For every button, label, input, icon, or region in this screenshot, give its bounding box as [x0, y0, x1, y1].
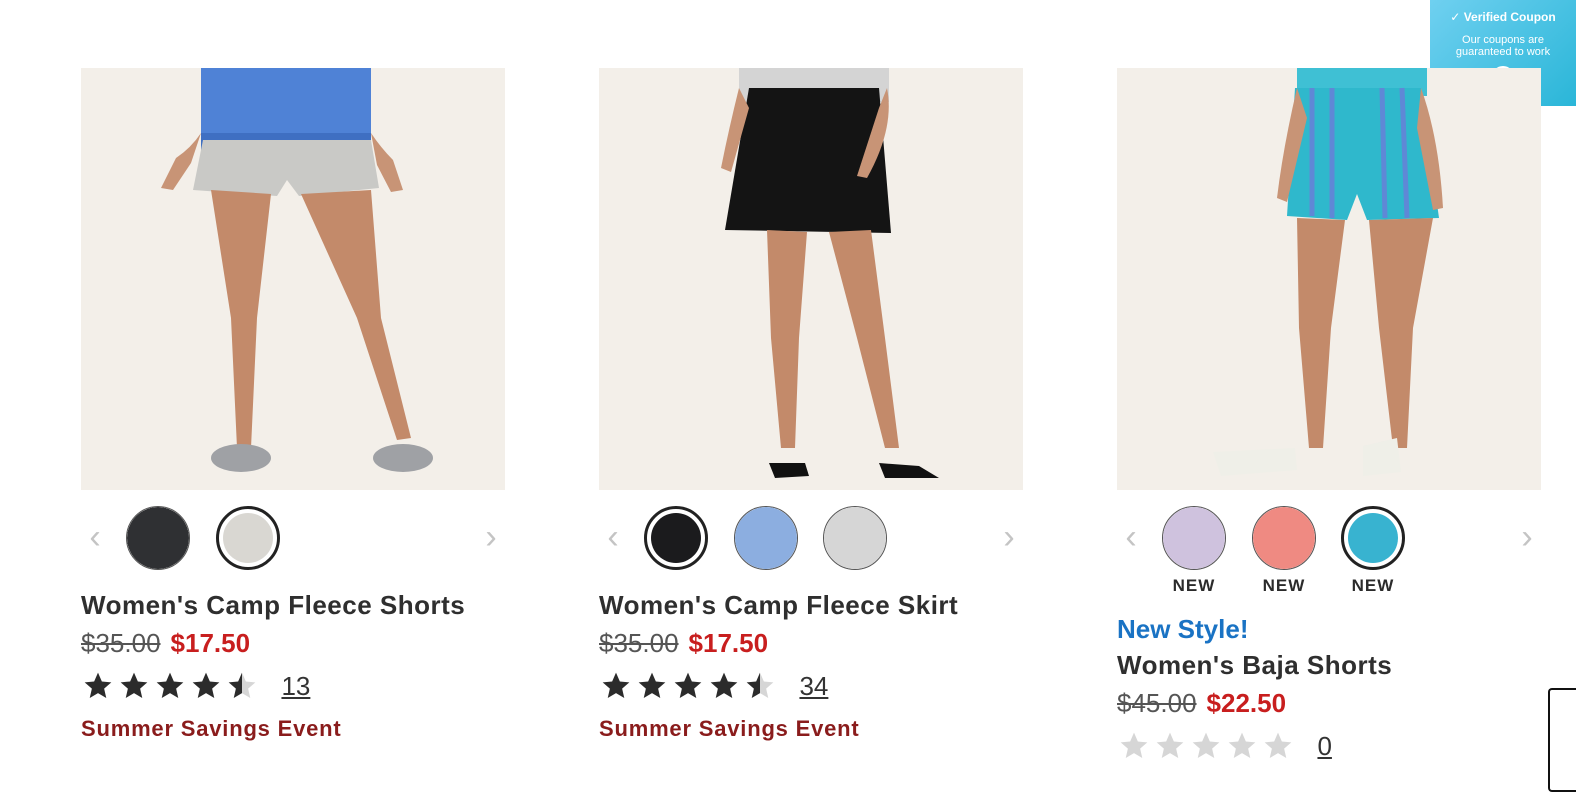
chevron-right-icon[interactable]: › [995, 520, 1023, 554]
chevron-left-icon[interactable]: ‹ [81, 520, 109, 554]
color-swatch-light-gray[interactable] [216, 506, 280, 570]
original-price: $35.00 [81, 628, 161, 658]
sale-price: $17.50 [170, 628, 251, 658]
original-price: $45.00 [1117, 688, 1197, 718]
color-swatch-turquoise[interactable] [1341, 506, 1405, 570]
star-filled-icon [602, 672, 630, 698]
sale-price: $17.50 [688, 628, 769, 658]
star-filled-icon [638, 672, 666, 698]
rating-row: 34 [599, 670, 828, 704]
star-filled-icon [84, 672, 112, 698]
product-title[interactable]: Women's Baja Shorts [1117, 650, 1392, 681]
star-empty-icon [1120, 732, 1148, 758]
color-swatch-coral[interactable] [1252, 506, 1316, 570]
color-swatch-lavender[interactable] [1162, 506, 1226, 570]
sale-price: $22.50 [1206, 688, 1287, 718]
review-count-link[interactable]: 34 [799, 671, 828, 702]
star-filled-icon [192, 672, 220, 698]
coupon-heading: ✓ Verified Coupon [1430, 10, 1576, 24]
product-title[interactable]: Women's Camp Fleece Skirt [599, 590, 958, 621]
star-rating [599, 670, 779, 702]
new-color-label: NEW [1172, 576, 1216, 595]
price-block: $35.00 $17.50 [599, 628, 768, 659]
product-title[interactable]: Women's Camp Fleece Shorts [81, 590, 465, 621]
star-rating [1117, 730, 1297, 762]
chevron-left-icon[interactable]: ‹ [599, 520, 627, 554]
coupon-title: Verified Coupon [1463, 10, 1556, 24]
color-swatch-row: ‹ › [81, 506, 505, 570]
promo-label: Summer Savings Event [81, 716, 342, 741]
original-price: $35.00 [599, 628, 679, 658]
star-filled-icon [674, 672, 702, 698]
side-widget-edge[interactable] [1548, 688, 1576, 792]
product-image[interactable] [1117, 68, 1541, 490]
chevron-left-icon[interactable]: ‹ [1117, 520, 1145, 554]
star-filled-icon [120, 672, 148, 698]
chevron-right-icon[interactable]: › [1513, 520, 1541, 554]
star-filled-icon [156, 672, 184, 698]
star-half-icon [746, 672, 774, 698]
star-filled-icon [710, 672, 738, 698]
coupon-subtitle: Our coupons are guaranteed to work [1455, 34, 1551, 58]
color-swatch-charcoal[interactable] [126, 506, 190, 570]
product-image[interactable] [599, 68, 1023, 490]
check-circle-icon: ✓ [1450, 10, 1461, 24]
review-count-link[interactable]: 13 [281, 671, 310, 702]
star-empty-icon [1192, 732, 1220, 758]
promo-label: Summer Savings Event [599, 716, 860, 741]
color-swatch-row: ‹ › [599, 506, 1023, 570]
new-color-label: NEW [1262, 576, 1306, 595]
star-empty-icon [1264, 732, 1292, 758]
star-rating [81, 670, 261, 702]
product-image[interactable] [81, 68, 505, 490]
rating-row: 0 [1117, 730, 1332, 764]
color-swatch-blue[interactable] [734, 506, 798, 570]
star-half-icon [228, 672, 256, 698]
price-block: $45.00 $22.50 [1117, 688, 1286, 719]
star-empty-icon [1228, 732, 1256, 758]
star-empty-icon [1156, 732, 1184, 758]
color-swatch-row: ‹ NEW NEW NEW › [1117, 506, 1541, 595]
color-swatch-gray[interactable] [823, 506, 887, 570]
new-style-badge: New Style! [1117, 614, 1249, 644]
color-swatch-black[interactable] [644, 506, 708, 570]
chevron-right-icon[interactable]: › [477, 520, 505, 554]
new-color-label: NEW [1351, 576, 1395, 595]
review-count-link[interactable]: 0 [1317, 731, 1331, 762]
rating-row: 13 [81, 670, 310, 704]
price-block: $35.00 $17.50 [81, 628, 250, 659]
